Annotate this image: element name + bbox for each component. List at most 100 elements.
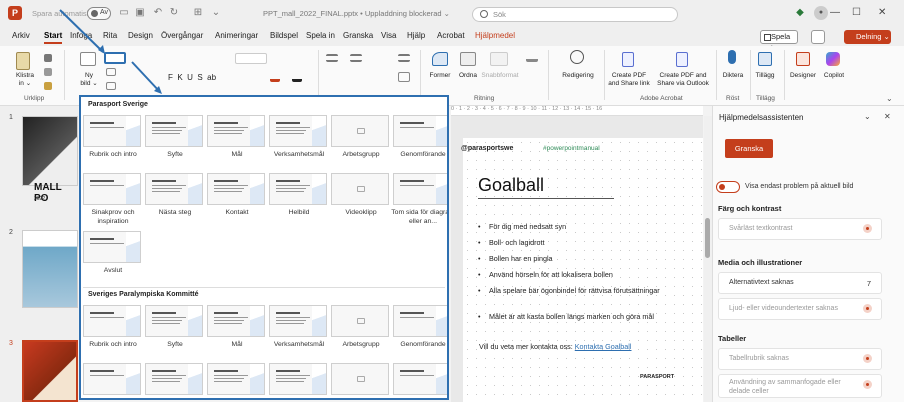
layout-thumbnail: [331, 305, 389, 337]
scrollbar-thumb[interactable]: [705, 218, 710, 258]
layout-thumbnail: [83, 363, 141, 395]
tab-bildspel[interactable]: Bildspel: [270, 31, 298, 40]
vertical-scrollbar[interactable]: [704, 116, 712, 402]
search-icon: [480, 10, 488, 18]
microphone-icon[interactable]: [728, 50, 736, 64]
record-button[interactable]: Spela in: [760, 30, 798, 53]
accessibility-issue[interactable]: Ljud- eller videoundertexter saknas: [718, 298, 882, 320]
create-pdf-icon[interactable]: [622, 52, 634, 67]
layout-gallery: Parasport Sverige Rubrik och intro Syfte Må…: [79, 95, 449, 400]
current-slide-toggle[interactable]: [716, 181, 740, 193]
arrange-icon[interactable]: [460, 52, 476, 66]
minimize-icon[interactable]: —: [830, 7, 840, 18]
tab-animeringar[interactable]: Animeringar: [215, 31, 258, 40]
create-pdf-label: Create PDF and Share link: [608, 72, 650, 87]
comment-icon[interactable]: [811, 30, 825, 44]
copy-icon[interactable]: [44, 68, 52, 76]
tab-rita[interactable]: Rita: [103, 31, 117, 40]
tab-visa[interactable]: Visa: [381, 31, 396, 40]
grid-icon[interactable]: ⊞: [192, 7, 204, 19]
tab-hjalpmedel[interactable]: Hjälpmedel: [475, 31, 515, 40]
tab-acrobat[interactable]: Acrobat: [437, 31, 465, 40]
slide-bullet: För dig med nedsatt syn: [478, 222, 698, 232]
chevron-down-icon[interactable]: ⌄: [864, 112, 871, 121]
toggle-label: Visa endast problem på aktuell bild: [745, 183, 854, 190]
clipboard-group-label: Urklipp: [24, 95, 45, 102]
section-divider: [83, 287, 445, 288]
avatar[interactable]: ●: [814, 6, 828, 20]
search-box[interactable]: Sök: [472, 7, 678, 22]
paste-icon[interactable]: [16, 52, 30, 70]
accessibility-issue[interactable]: Alternativtext saknas 7: [718, 272, 882, 294]
maximize-icon[interactable]: ☐: [852, 7, 861, 18]
layout-thumbnail: [207, 115, 265, 147]
check-button[interactable]: Granska: [725, 139, 773, 158]
accessibility-issue[interactable]: Användning av sammanfogade eller delade …: [718, 374, 882, 398]
slide-bullet: Alla spelare bär ögonbindel för rättvisa…: [478, 286, 698, 296]
font-style-buttons[interactable]: F K U S ab: [168, 74, 228, 82]
reset-icon[interactable]: [106, 68, 116, 76]
tab-granska[interactable]: Granska: [343, 31, 373, 40]
tab-arkiv[interactable]: Arkiv: [12, 31, 30, 40]
undo-icon[interactable]: ↶: [152, 7, 164, 19]
font-color-icon[interactable]: [270, 74, 280, 82]
slide-thumbnail-1[interactable]: MALL PO 2022: [22, 116, 78, 186]
shape-fill-icon[interactable]: [526, 54, 538, 62]
layout-thumbnail: [207, 363, 265, 395]
text-color-icon[interactable]: [292, 74, 302, 82]
accessibility-issue[interactable]: Tabellrubrik saknas: [718, 348, 882, 370]
bullets-icon[interactable]: [326, 54, 338, 62]
bullet-text: Bollen har en pingla: [489, 254, 553, 263]
horizontal-ruler: 0 · 1 · 2 · 3 · 4 · 5 · 6 · 7 · 8 · 9 · …: [451, 106, 703, 116]
document-title[interactable]: PPT_mall_2022_FINAL.pptx • Uppladdning b…: [263, 9, 450, 18]
accessibility-issue[interactable]: Svårläst textkontrast: [718, 218, 882, 240]
addins-label: Tillägg: [755, 72, 775, 79]
tab-design[interactable]: Design: [128, 31, 153, 40]
slide-bullet: Boll- och lagidrott: [478, 238, 698, 248]
layout-button[interactable]: [104, 52, 126, 64]
line-spacing-icon[interactable]: [398, 54, 410, 62]
layout-thumbnail: [145, 115, 203, 147]
quick-access-dropdown-icon[interactable]: ⌄: [210, 7, 222, 19]
layout-thumbnail: [393, 363, 447, 395]
shapes-label: Former: [429, 72, 451, 79]
section-icon[interactable]: [106, 82, 116, 90]
collapse-ribbon-icon[interactable]: ⌄: [886, 94, 893, 103]
layout-thumbnail: [269, 173, 327, 205]
copilot-status-icon[interactable]: ◆: [794, 7, 806, 19]
slide-thumbnail-2[interactable]: [22, 230, 78, 308]
editing-search-icon[interactable]: [570, 50, 584, 64]
share-button[interactable]: Delning ⌄: [844, 30, 891, 44]
bullet-text: Boll- och lagidrott: [489, 238, 545, 247]
close-icon[interactable]: ✕: [878, 7, 886, 18]
tab-overgangar[interactable]: Övergångar: [161, 31, 203, 40]
redo-icon[interactable]: ↻: [168, 7, 180, 19]
tab-start[interactable]: Start: [44, 31, 63, 44]
issue-label: Alternativtext saknas: [729, 279, 794, 286]
shapes-icon[interactable]: [432, 52, 448, 66]
quick-styles-icon[interactable]: [490, 52, 508, 66]
text-direction-icon[interactable]: [398, 72, 410, 82]
close-pane-icon[interactable]: ✕: [884, 112, 891, 121]
layout-thumbnail: [393, 305, 447, 337]
slide-thumbnail-3[interactable]: [22, 340, 78, 402]
designer-icon[interactable]: [796, 52, 810, 66]
tab-hjalp[interactable]: Hjälp: [407, 31, 425, 40]
bullet-text: Alla spelare bär ögonbindel för rättvisa…: [489, 286, 660, 295]
parasport-logo: PARASPORT: [640, 374, 675, 380]
slide-title[interactable]: Goalball: [478, 175, 544, 196]
tab-infoga[interactable]: Infoga: [70, 31, 92, 40]
new-slide-icon[interactable]: [80, 52, 96, 66]
slide-thumbnails-panel: 1 MALL PO 2022 MALL PO 2022 2 3: [0, 106, 78, 402]
file-icon[interactable]: ▭: [118, 7, 130, 19]
create-pdf-outlook-icon[interactable]: [676, 52, 688, 67]
font-size-field[interactable]: [235, 53, 267, 64]
numbering-icon[interactable]: [350, 54, 362, 62]
copilot-icon[interactable]: [826, 52, 840, 66]
cut-icon[interactable]: [44, 54, 52, 62]
tab-spela-in[interactable]: Spela in: [306, 31, 335, 40]
format-painter-icon[interactable]: [44, 82, 52, 90]
addins-icon[interactable]: [758, 52, 772, 66]
save-icon[interactable]: ▣: [134, 7, 146, 19]
contact-link[interactable]: Kontakta Goalball: [575, 342, 632, 351]
